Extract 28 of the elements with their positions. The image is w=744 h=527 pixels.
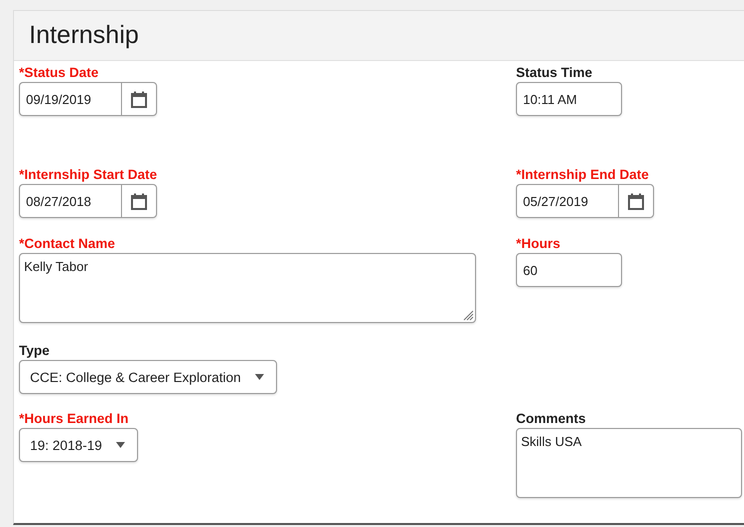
date-field[interactable]: 08/27/2018 [19,184,121,218]
field-label: *Hours [516,236,560,251]
date-field[interactable]: 05/27/2019 [516,184,618,218]
calendar-icon [130,90,148,108]
calendar-button[interactable] [121,82,157,116]
field-label: Status Time [516,65,592,80]
calendar-icon [130,192,148,210]
calendar-button[interactable] [121,184,157,218]
date-field[interactable]: 09/19/2019 [19,82,121,116]
field-label: *Internship Start Date [19,167,158,182]
field-label: *Hours Earned In [19,411,129,426]
time-field[interactable]: 10:11 AM [516,82,622,116]
field-label: *Internship End Date [516,167,649,182]
dropdown[interactable]: CCE: College & Career Exploration [19,360,277,394]
resize-grip-icon[interactable] [463,310,474,321]
calendar-icon [627,192,645,210]
field-label: *Status Date [19,65,99,80]
field-label: Type [19,343,50,358]
field-label: *Contact Name [19,236,116,251]
text-area[interactable]: Kelly Tabor [19,253,476,323]
caret-icon [254,374,264,380]
calendar-button[interactable] [618,184,654,218]
dropdown[interactable]: 19: 2018-19 [19,428,138,462]
caret-icon [116,442,126,448]
field-label: Comments [516,411,586,426]
text-area[interactable]: Skills USA [516,428,742,498]
input-field[interactable]: 60 [516,253,622,287]
panel-title: Internship [29,21,139,50]
